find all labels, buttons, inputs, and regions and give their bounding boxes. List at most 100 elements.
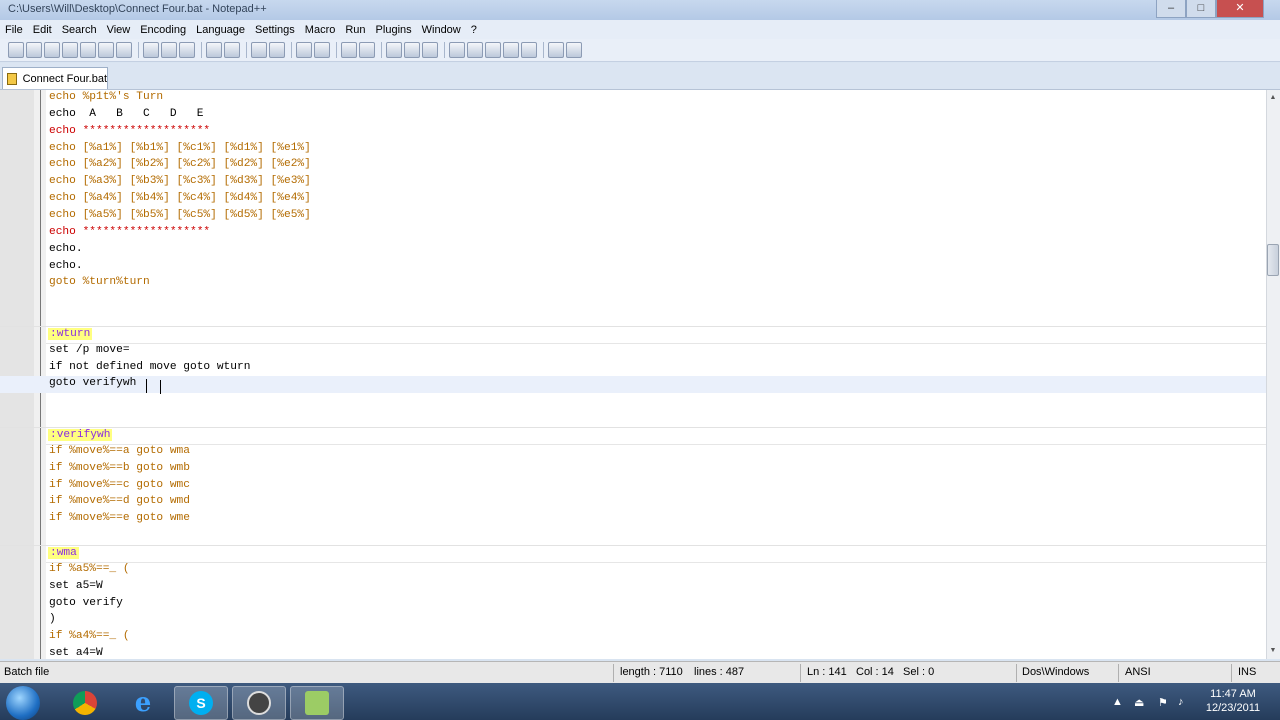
menu-help[interactable]: ? — [466, 24, 482, 36]
save-macro-icon[interactable] — [521, 42, 537, 58]
code-line[interactable]: if not defined move goto wturn — [0, 360, 1266, 377]
code-line[interactable]: :wturn — [0, 325, 1266, 344]
code-line[interactable]: goto verifywh — [0, 376, 1266, 394]
vertical-scrollbar[interactable] — [1266, 90, 1280, 659]
status-length: length : 7110 — [620, 666, 683, 678]
code-line[interactable]: :verifywh — [0, 427, 1266, 445]
find-icon[interactable] — [251, 42, 267, 58]
menu-macro[interactable]: Macro — [300, 24, 341, 36]
code-line[interactable]: if %move%==b goto wmb — [0, 461, 1266, 478]
code-area[interactable]: echo %p1t%'s Turn echo A B C D E echo ****… — [0, 90, 1266, 659]
code-line[interactable]: ) — [0, 612, 1266, 629]
system-clock[interactable]: 11:47 AM 12/23/2011 — [1200, 687, 1266, 715]
menu-language[interactable]: Language — [191, 24, 250, 36]
tab-connect-four[interactable]: Connect Four.bat — [2, 67, 108, 89]
save-icon[interactable] — [44, 42, 60, 58]
redo-icon[interactable] — [224, 42, 240, 58]
code-line[interactable]: goto %turn%turn — [0, 275, 1266, 292]
menu-run[interactable]: Run — [340, 24, 370, 36]
code-line[interactable]: goto verify — [0, 596, 1266, 613]
code-line[interactable]: if %move%==d goto wmd — [0, 494, 1266, 511]
code-line[interactable]: echo ******************* — [0, 124, 1266, 141]
paste-icon[interactable] — [179, 42, 195, 58]
code-line[interactable]: if %a4%==_ ( — [0, 629, 1266, 646]
code-line[interactable]: echo [%a3%] [%b3%] [%c3%] [%d3%] [%e3%] — [0, 174, 1266, 191]
plugin-icon[interactable] — [566, 42, 582, 58]
code-line[interactable]: if %move%==c goto wmc — [0, 478, 1266, 495]
play-macro-icon[interactable] — [485, 42, 501, 58]
show-hidden-icons-icon[interactable]: ▲ — [1112, 696, 1123, 708]
sync-vertical-icon[interactable] — [341, 42, 357, 58]
new-file-icon[interactable] — [8, 42, 24, 58]
word-wrap-icon[interactable] — [386, 42, 402, 58]
open-file-icon[interactable] — [26, 42, 42, 58]
close-file-icon[interactable] — [80, 42, 96, 58]
taskbar-obs[interactable] — [232, 686, 286, 720]
editor[interactable]: echo %p1t%'s Turn echo A B C D E echo ****… — [0, 90, 1266, 659]
save-all-icon[interactable] — [62, 42, 78, 58]
code-line[interactable]: set a5=W — [0, 579, 1266, 596]
sync-horizontal-icon[interactable] — [359, 42, 375, 58]
scroll-up-arrow-icon[interactable]: ▲ — [1267, 92, 1279, 104]
close-button[interactable]: ✕ — [1216, 0, 1264, 18]
record-macro-icon[interactable] — [449, 42, 465, 58]
code-line[interactable] — [0, 292, 1266, 309]
menu-edit[interactable]: Edit — [28, 24, 57, 36]
code-line[interactable]: set a4=W — [0, 646, 1266, 659]
taskbar-notepad-plus-plus[interactable] — [290, 686, 344, 720]
code-line[interactable]: echo. — [0, 242, 1266, 259]
scrollbar-thumb[interactable] — [1267, 244, 1279, 276]
toolbar-separator — [336, 42, 337, 58]
code-line[interactable]: echo [%a1%] [%b1%] [%c1%] [%d1%] [%e1%] — [0, 141, 1266, 158]
code-line[interactable] — [0, 410, 1266, 427]
zoom-in-icon[interactable] — [296, 42, 312, 58]
show-all-chars-icon[interactable] — [404, 42, 420, 58]
menu-file[interactable]: File — [0, 24, 28, 36]
action-center-icon[interactable]: ⚑ — [1158, 696, 1168, 709]
taskbar-skype[interactable]: S — [174, 686, 228, 720]
toolbar-separator — [543, 42, 544, 58]
taskbar-chrome[interactable] — [58, 686, 112, 720]
run-macro-multiple-icon[interactable] — [503, 42, 519, 58]
code-line[interactable] — [0, 393, 1266, 410]
maximize-button[interactable]: □ — [1186, 0, 1216, 18]
code-line[interactable]: echo. — [0, 259, 1266, 276]
print-icon[interactable] — [116, 42, 132, 58]
speaker-icon[interactable]: ♪ — [1178, 696, 1184, 708]
code-line[interactable]: echo %p1t%'s Turn — [0, 90, 1266, 107]
code-line[interactable] — [0, 528, 1266, 545]
code-line[interactable]: echo [%a4%] [%b4%] [%c4%] [%d4%] [%e4%] — [0, 191, 1266, 208]
code-line[interactable]: if %move%==e goto wme — [0, 511, 1266, 528]
code-line[interactable]: echo ******************* — [0, 225, 1266, 242]
zoom-out-icon[interactable] — [314, 42, 330, 58]
code-line[interactable]: :wma — [0, 544, 1266, 563]
menu-search[interactable]: Search — [57, 24, 102, 36]
menu-window[interactable]: Window — [417, 24, 466, 36]
usb-device-icon[interactable]: ⏏ — [1134, 696, 1144, 709]
close-all-icon[interactable] — [98, 42, 114, 58]
code-line[interactable]: echo A B C D E — [0, 107, 1266, 124]
taskbar-internet-explorer[interactable]: e — [116, 686, 170, 720]
stop-macro-icon[interactable] — [467, 42, 483, 58]
code-line[interactable] — [0, 309, 1266, 326]
code-line[interactable]: echo [%a2%] [%b2%] [%c2%] [%d2%] [%e2%] — [0, 157, 1266, 174]
menu-view[interactable]: View — [102, 24, 136, 36]
spell-check-icon[interactable] — [548, 42, 564, 58]
minimize-button[interactable]: – — [1156, 0, 1186, 18]
code-text: goto verifywh — [49, 377, 137, 390]
menu-settings[interactable]: Settings — [250, 24, 300, 36]
copy-icon[interactable] — [161, 42, 177, 58]
scroll-down-arrow-icon[interactable]: ▼ — [1267, 645, 1279, 657]
indent-guide-icon[interactable] — [422, 42, 438, 58]
code-line[interactable]: echo [%a5%] [%b5%] [%c5%] [%d5%] [%e5%] — [0, 208, 1266, 225]
menu-plugins[interactable]: Plugins — [371, 24, 417, 36]
code-line[interactable]: if %a5%==_ ( — [0, 562, 1266, 579]
code-line[interactable]: set /p move= — [0, 343, 1266, 360]
start-button[interactable] — [6, 686, 40, 720]
tab-label: Connect Four.bat — [22, 72, 107, 85]
code-line[interactable]: if %move%==a goto wma — [0, 444, 1266, 461]
menu-encoding[interactable]: Encoding — [135, 24, 191, 36]
cut-icon[interactable] — [143, 42, 159, 58]
undo-icon[interactable] — [206, 42, 222, 58]
replace-icon[interactable] — [269, 42, 285, 58]
